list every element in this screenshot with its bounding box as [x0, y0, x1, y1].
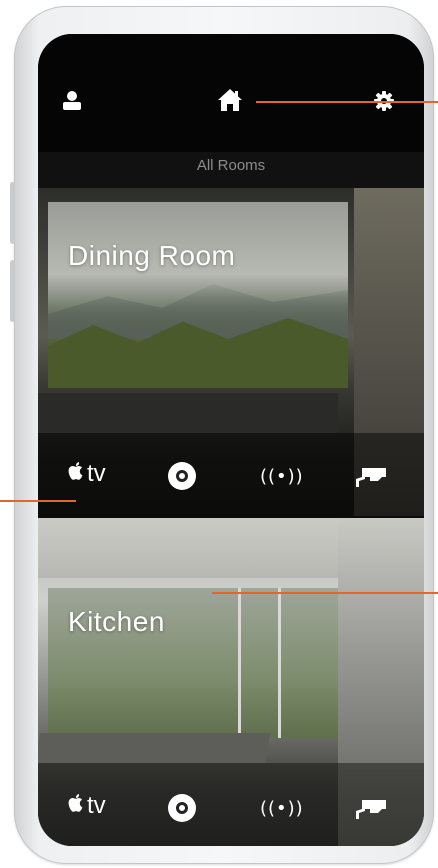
- camera-button[interactable]: [352, 466, 388, 493]
- app-screen: All Rooms Dining Room tv ((•)) Kitchen t…: [38, 34, 424, 846]
- camera-button[interactable]: [352, 798, 388, 825]
- top-bar: [38, 34, 424, 152]
- room-card-kitchen[interactable]: Kitchen tv ((•)): [38, 518, 424, 846]
- wireless-button[interactable]: ((•)): [260, 466, 304, 487]
- all-rooms-label[interactable]: All Rooms: [38, 152, 424, 188]
- window-mullion: [238, 588, 241, 738]
- gear-icon[interactable]: [374, 91, 394, 116]
- dining-table: [38, 393, 338, 433]
- apple-tv-button[interactable]: tv: [68, 460, 106, 488]
- room-card-dining[interactable]: Dining Room tv ((•)): [38, 188, 424, 516]
- home-icon[interactable]: [217, 88, 243, 117]
- callout-line-dining: [0, 500, 76, 502]
- apple-tv-label: tv: [87, 460, 106, 487]
- trees: [48, 318, 348, 388]
- apple-icon: [68, 461, 84, 487]
- wireless-button[interactable]: ((•)): [260, 798, 304, 819]
- apple-icon: [68, 793, 84, 819]
- person-icon[interactable]: [62, 90, 82, 115]
- disc-icon: [176, 470, 188, 482]
- camera-icon: [356, 468, 386, 487]
- disc-icon: [176, 802, 188, 814]
- camera-icon: [356, 800, 386, 819]
- kitchen-island: [38, 733, 271, 763]
- room-controls: tv ((•)): [38, 458, 424, 498]
- volume-up-button: [10, 182, 15, 244]
- apple-tv-label: tv: [87, 792, 106, 819]
- callout-line-home: [256, 101, 438, 103]
- room-title: Kitchen: [68, 606, 165, 637]
- volume-down-button: [10, 260, 15, 322]
- music-disc-button[interactable]: [168, 794, 196, 822]
- apple-tv-button[interactable]: tv: [68, 792, 106, 820]
- room-title: Dining Room: [68, 240, 236, 271]
- room-controls: tv ((•)): [38, 790, 424, 830]
- callout-line-kitchen: [212, 592, 438, 594]
- music-disc-button[interactable]: [168, 462, 196, 490]
- window-mullion: [278, 588, 281, 738]
